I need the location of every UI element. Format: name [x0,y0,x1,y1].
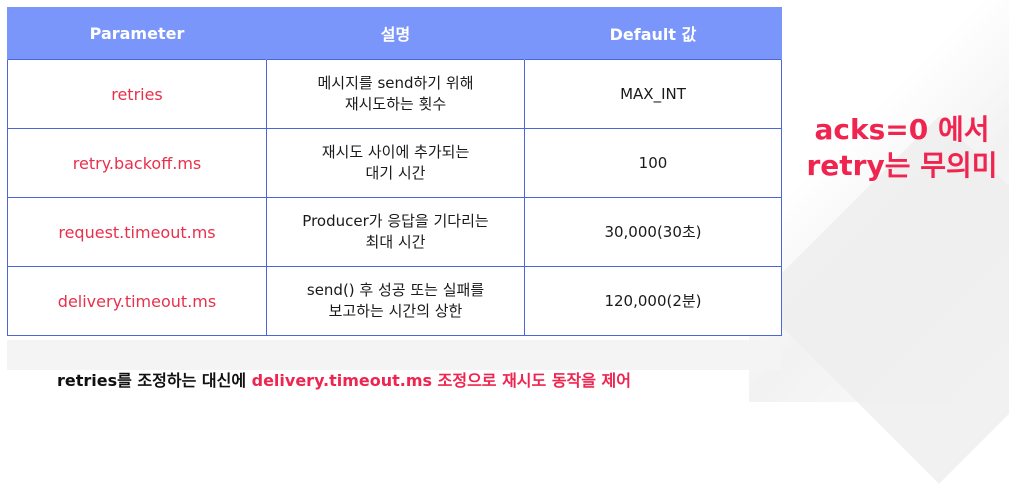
table-row: delivery.timeout.ms send() 후 성공 또는 실패를 보… [7,266,782,336]
param-description: Producer가 응답을 기다리는 최대 시간 [266,197,525,267]
footer-text-plain: retries를 조정하는 대신에 [57,371,252,390]
header-default-value: Default 값 [524,7,782,60]
param-description: 재시도 사이에 추가되는 대기 시간 [266,128,525,198]
param-name: retries [7,59,267,129]
side-note: acks=0 에서 retry는 무의미 [803,112,1001,184]
side-note-line: retry는 무의미 [806,149,998,182]
footer-band [7,340,781,370]
description-line: 재시도 사이에 추가되는 [321,143,470,161]
description-line: 대기 시간 [365,164,426,182]
side-note-line: acks=0 에서 [814,113,990,146]
param-name: delivery.timeout.ms [7,266,267,336]
param-default: 120,000(2분) [524,266,782,336]
description-line: 메시지를 send하기 위해 [317,74,474,92]
description-line: 재시도하는 횟수 [344,95,447,113]
param-default: MAX_INT [524,59,782,129]
description-line: Producer가 응답을 기다리는 [302,212,489,230]
footer-text-highlight: delivery.timeout.ms 조정으로 재시도 동작을 제어 [251,371,631,390]
table-row: retries 메시지를 send하기 위해 재시도하는 횟수 MAX_INT [7,59,782,129]
table-row: retry.backoff.ms 재시도 사이에 추가되는 대기 시간 100 [7,128,782,198]
param-default: 30,000(30초) [524,197,782,267]
header-description: 설명 [266,7,525,60]
param-name: request.timeout.ms [7,197,267,267]
parameter-table: Parameter 설명 Default 값 retries 메시지를 send… [7,7,782,336]
param-description: send() 후 성공 또는 실패를 보고하는 시간의 상한 [266,266,525,336]
param-name: retry.backoff.ms [7,128,267,198]
table-header-row: Parameter 설명 Default 값 [7,7,782,60]
description-line: send() 후 성공 또는 실패를 [306,281,485,299]
param-default: 100 [524,128,782,198]
description-line: 최대 시간 [365,233,426,251]
table-row: request.timeout.ms Producer가 응답을 기다리는 최대… [7,197,782,267]
footer-note: retries를 조정하는 대신에 delivery.timeout.ms 조정… [57,367,631,391]
description-line: 보고하는 시간의 상한 [328,302,463,320]
header-parameter: Parameter [7,7,267,60]
param-description: 메시지를 send하기 위해 재시도하는 횟수 [266,59,525,129]
